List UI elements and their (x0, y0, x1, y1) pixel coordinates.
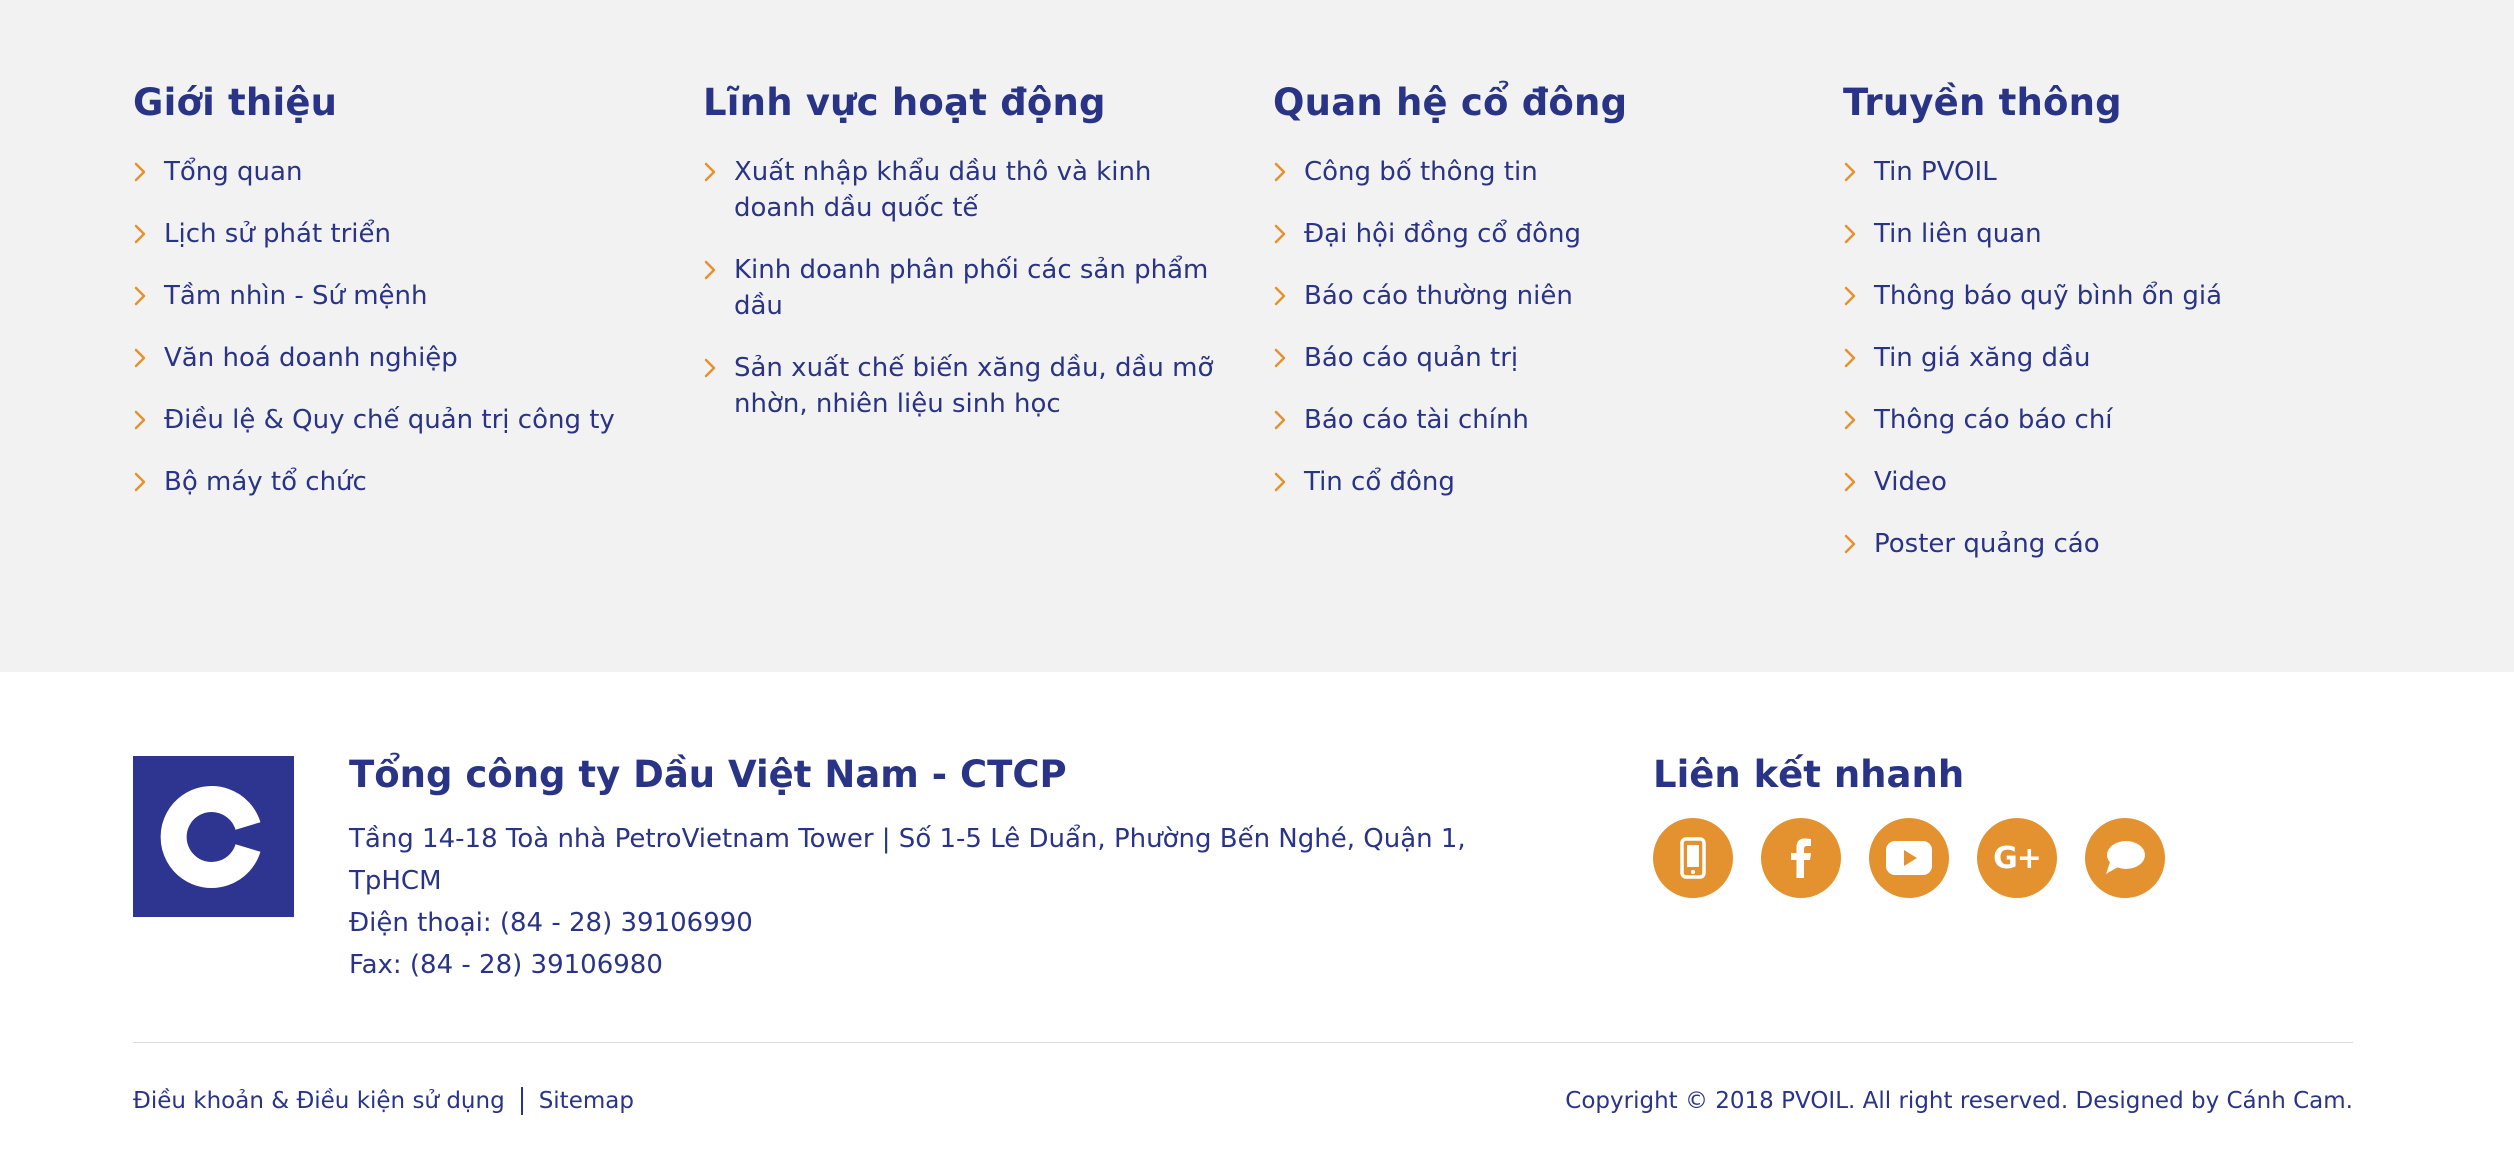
footer-link[interactable]: Báo cáo tài chính (1273, 402, 1813, 438)
footer-link[interactable]: Công bố thông tin (1273, 154, 1813, 190)
chevron-right-icon (1843, 408, 1863, 432)
chevron-right-icon (1273, 408, 1293, 432)
chat-icon[interactable] (2085, 818, 2165, 898)
footer-link[interactable]: Thông báo quỹ bình ổn giá (1843, 278, 2383, 314)
chevron-right-icon (133, 470, 153, 494)
copyright-text: Copyright © 2018 PVOIL. All right reserv… (1565, 1088, 2353, 1114)
footer-link[interactable]: Tầm nhìn - Sứ mệnh (133, 278, 673, 314)
footer-link[interactable]: Điều lệ & Quy chế quản trị công ty (133, 402, 673, 438)
chevron-right-icon (1273, 160, 1293, 184)
company-phone: Điện thoại: (84 - 28) 39106990 (349, 908, 753, 938)
chevron-right-icon (1843, 222, 1863, 246)
link-list: Công bố thông tin Đại hội đồng cổ đông B… (1273, 154, 1813, 500)
footer-link[interactable]: Xuất nhập khẩu dầu thô và kinh doanh dầu… (703, 154, 1223, 226)
company-info: Tổng công ty Dầu Việt Nam - CTCP Tầng 14… (349, 750, 1549, 986)
youtube-icon[interactable] (1869, 818, 1949, 898)
footer-link[interactable]: Văn hoá doanh nghiệp (133, 340, 673, 376)
footer-link[interactable]: Tin giá xăng dầu (1843, 340, 2383, 376)
footer-link[interactable]: Tin PVOIL (1843, 154, 2383, 190)
chevron-right-icon (133, 346, 153, 370)
chevron-right-icon (1273, 284, 1293, 308)
chevron-right-icon (133, 222, 153, 246)
facebook-icon[interactable] (1761, 818, 1841, 898)
company-name: Tổng công ty Dầu Việt Nam - CTCP (349, 753, 1067, 796)
chevron-right-icon (1273, 222, 1293, 246)
sitemap-link[interactable]: Sitemap (539, 1086, 634, 1116)
footer-link[interactable]: Sản xuất chế biến xăng dầu, dầu mỡ nhờn,… (703, 350, 1223, 422)
footer-link[interactable]: Báo cáo quản trị (1273, 340, 1813, 376)
footer-link[interactable]: Poster quảng cáo (1843, 526, 2383, 562)
chevron-right-icon (1843, 532, 1863, 556)
c-logo-icon[interactable] (133, 756, 294, 917)
chevron-right-icon (1843, 160, 1863, 184)
chevron-right-icon (1273, 470, 1293, 494)
chevron-right-icon (1843, 470, 1863, 494)
footer-link[interactable]: Kinh doanh phân phối các sản phẩm dầu (703, 252, 1223, 324)
footer-link[interactable]: Thông cáo báo chí (1843, 402, 2383, 438)
google-plus-icon[interactable]: G+ (1977, 818, 2057, 898)
legal-links: Điều khoản & Điều kiện sử dụng Sitemap (133, 1086, 634, 1116)
footer-divider (133, 1042, 2353, 1043)
footer-link[interactable]: Tin liên quan (1843, 216, 2383, 252)
link-separator (520, 1087, 523, 1115)
chevron-right-icon (133, 408, 153, 432)
chevron-right-icon (1843, 284, 1863, 308)
footer-link[interactable]: Bộ máy tổ chức (133, 464, 673, 500)
footer-link[interactable]: Video (1843, 464, 2383, 500)
column-linh-vuc-hoat-dong: Lĩnh vực hoạt động Xuất nhập khẩu dầu th… (703, 78, 1243, 448)
link-list: Xuất nhập khẩu dầu thô và kinh doanh dầu… (703, 154, 1243, 422)
terms-link[interactable]: Điều khoản & Điều kiện sử dụng (133, 1086, 505, 1116)
column-truyen-thong: Truyền thông Tin PVOIL Tin liên quan Thô… (1843, 78, 2383, 588)
link-list: Tổng quan Lịch sử phát triển Tầm nhìn - … (133, 154, 673, 500)
quick-links: Liên kết nhanh G+ (1653, 750, 2165, 898)
column-title: Giới thiệu (133, 81, 338, 124)
column-title: Quan hệ cổ đông (1273, 81, 1628, 124)
quick-links-title: Liên kết nhanh (1653, 753, 1965, 796)
social-icons: G+ (1653, 818, 2165, 898)
chevron-right-icon (703, 160, 723, 184)
footer-info-section: Tổng công ty Dầu Việt Nam - CTCP Tầng 14… (0, 672, 2514, 1156)
chevron-right-icon (703, 356, 723, 380)
chevron-right-icon (133, 284, 153, 308)
chevron-right-icon (703, 258, 723, 282)
column-gioi-thieu: Giới thiệu Tổng quan Lịch sử phát triển … (133, 78, 673, 526)
footer-link[interactable]: Lịch sử phát triển (133, 216, 673, 252)
footer-sitemap-section: Giới thiệu Tổng quan Lịch sử phát triển … (0, 0, 2514, 672)
company-fax: Fax: (84 - 28) 39106980 (349, 950, 663, 980)
column-title: Lĩnh vực hoạt động (703, 81, 1106, 124)
footer-link[interactable]: Tin cổ đông (1273, 464, 1813, 500)
chevron-right-icon (1273, 346, 1293, 370)
phone-icon[interactable] (1653, 818, 1733, 898)
footer-link[interactable]: Báo cáo thường niên (1273, 278, 1813, 314)
company-address: Tầng 14-18 Toà nhà PetroVietnam Tower | … (349, 824, 1466, 896)
footer-link[interactable]: Tổng quan (133, 154, 673, 190)
column-quan-he-co-dong: Quan hệ cổ đông Công bố thông tin Đại hộ… (1273, 78, 1813, 526)
chevron-right-icon (1843, 346, 1863, 370)
chevron-right-icon (133, 160, 153, 184)
link-list: Tin PVOIL Tin liên quan Thông báo quỹ bì… (1843, 154, 2383, 562)
column-title: Truyền thông (1843, 81, 2122, 124)
footer-link[interactable]: Đại hội đồng cổ đông (1273, 216, 1813, 252)
